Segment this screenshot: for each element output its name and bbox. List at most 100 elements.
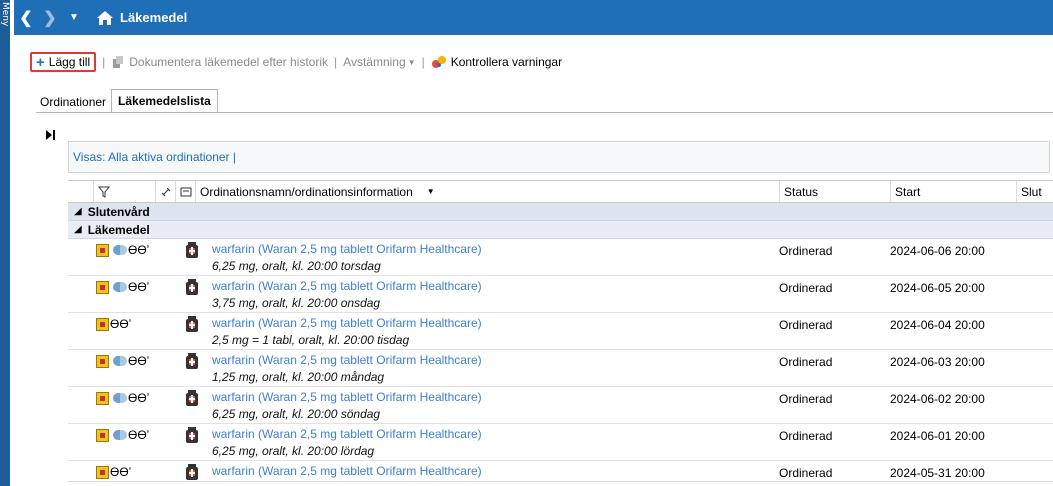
table-row[interactable]: ϴϴʼ warfarin (Waran 2,5 mg tablett Orifar… bbox=[68, 276, 1053, 313]
header-name-label: Ordinationsnamn/ordinationsinformation bbox=[200, 184, 413, 199]
toolbar-separator: | bbox=[102, 55, 106, 69]
alert-icon[interactable] bbox=[96, 243, 109, 257]
document-icon bbox=[113, 56, 124, 68]
alert-icon[interactable] bbox=[96, 317, 109, 331]
alert-icon[interactable] bbox=[96, 354, 109, 368]
header-end[interactable]: Slut bbox=[1016, 181, 1053, 202]
start-cell: 2024-06-03 20:00 bbox=[890, 355, 985, 369]
sort-chevron-icon: ▼ bbox=[426, 187, 435, 196]
home-icon[interactable] bbox=[96, 10, 114, 26]
pill-icon bbox=[113, 430, 127, 440]
status-cell: Ordinerad bbox=[779, 318, 833, 332]
medication-name-link[interactable]: warfarin (Waran 2,5 mg tablett Orifarm H… bbox=[212, 279, 482, 293]
table-row[interactable]: ϴϴʼ warfarin (Waran 2,5 mg tablett Orifar… bbox=[68, 424, 1053, 461]
check-warnings-label: Kontrollera varningar bbox=[450, 55, 563, 69]
pill-icon bbox=[113, 245, 127, 255]
header-status[interactable]: Status bbox=[779, 181, 890, 202]
grid-header: Ordinationsnamn/ordinationsinformation ▼… bbox=[68, 180, 1053, 203]
group-medication[interactable]: ◢ Läkemedel bbox=[68, 221, 1053, 239]
filter-text[interactable]: Visas: Alla aktiva ordinationer | bbox=[73, 150, 236, 164]
tab-medication-list[interactable]: Läkemedelslista bbox=[111, 89, 218, 113]
header-note-col[interactable] bbox=[175, 181, 195, 202]
header-spacer bbox=[68, 181, 93, 202]
link-icon bbox=[161, 187, 171, 196]
alert-icon[interactable] bbox=[96, 428, 109, 442]
title-bar: ❮ ❯ ▼ Läkemedel bbox=[14, 0, 1053, 35]
add-button[interactable]: + Lägg till bbox=[30, 52, 97, 72]
start-cell: 2024-06-04 20:00 bbox=[890, 318, 985, 332]
toolbar-separator: | bbox=[334, 55, 338, 69]
glasses-icon[interactable]: ϴϴʼ bbox=[128, 280, 149, 294]
glasses-icon[interactable]: ϴϴʼ bbox=[110, 317, 131, 331]
document-history-label: Dokumentera läkemedel efter historik bbox=[129, 55, 329, 69]
medication-dose: 3,75 mg, oralt, kl. 20:00 onsdag bbox=[212, 296, 381, 310]
table-row[interactable]: ϴϴʼ warfarin (Waran 2,5 mg tablett Orifar… bbox=[68, 461, 1053, 482]
table-row[interactable]: ϴϴʼ warfarin (Waran 2,5 mg tablett Orifar… bbox=[68, 313, 1053, 350]
medication-dose: 6,25 mg, oralt, kl. 20:00 söndag bbox=[212, 407, 381, 421]
medication-grid: Ordinationsnamn/ordinationsinformation ▼… bbox=[68, 180, 1053, 482]
tab-divider bbox=[36, 112, 1053, 113]
glasses-icon[interactable]: ϴϴʼ bbox=[128, 428, 149, 442]
medication-dose: 2,5 mg = 1 tabl, oralt, kl. 20:00 tisdag bbox=[212, 333, 410, 347]
header-link-col[interactable] bbox=[155, 181, 175, 202]
row-icons: ϴϴʼ bbox=[96, 317, 131, 331]
start-cell: 2024-06-01 20:00 bbox=[890, 429, 985, 443]
document-history-button[interactable]: Dokumentera läkemedel efter historik bbox=[111, 55, 328, 69]
forward-icon[interactable]: ❯ bbox=[38, 8, 62, 28]
group-medication-label: Läkemedel bbox=[87, 222, 150, 237]
row-icons: ϴϴʼ bbox=[96, 243, 149, 257]
expand-panel-icon[interactable] bbox=[45, 129, 57, 141]
filter-bar: Visas: Alla aktiva ordinationer | bbox=[68, 141, 1050, 173]
reconcile-dropdown[interactable]: Avstämning ▼ bbox=[343, 55, 415, 69]
glasses-icon[interactable]: ϴϴʼ bbox=[110, 465, 131, 479]
dropdown-icon[interactable]: ▼ bbox=[62, 12, 86, 23]
medicine-bottle-icon bbox=[186, 279, 198, 295]
glasses-icon[interactable]: ϴϴʼ bbox=[128, 354, 149, 368]
note-icon bbox=[180, 187, 192, 196]
medication-name-link[interactable]: warfarin (Waran 2,5 mg tablett Orifarm H… bbox=[212, 353, 482, 367]
medication-dose: 6,25 mg, oralt, kl. 20:00 lördag bbox=[212, 444, 375, 458]
medication-name-link[interactable]: warfarin (Waran 2,5 mg tablett Orifarm H… bbox=[212, 316, 482, 330]
row-icons: ϴϴʼ bbox=[96, 280, 149, 294]
pill-icon bbox=[113, 282, 127, 292]
header-filter-col[interactable] bbox=[93, 181, 155, 202]
glasses-icon[interactable]: ϴϴʼ bbox=[128, 391, 149, 405]
add-button-label: Lägg till bbox=[48, 55, 91, 69]
medication-name-link[interactable]: warfarin (Waran 2,5 mg tablett Orifarm H… bbox=[212, 390, 482, 404]
tab-orders[interactable]: Ordinationer bbox=[36, 91, 110, 113]
status-cell: Ordinerad bbox=[779, 244, 833, 258]
alert-icon[interactable] bbox=[96, 465, 109, 479]
row-icons: ϴϴʼ bbox=[96, 465, 131, 479]
alert-icon[interactable] bbox=[96, 391, 109, 405]
group-inpatient-label: Slutenvård bbox=[87, 204, 150, 219]
medication-name-link[interactable]: warfarin (Waran 2,5 mg tablett Orifarm H… bbox=[212, 242, 482, 256]
glasses-icon[interactable]: ϴϴʼ bbox=[128, 243, 149, 257]
menu-label: Meny bbox=[0, 2, 10, 27]
collapse-triangle-icon: ◢ bbox=[74, 224, 82, 235]
header-start[interactable]: Start bbox=[890, 181, 1016, 202]
medicine-bottle-icon bbox=[186, 353, 198, 369]
status-cell: Ordinerad bbox=[779, 429, 833, 443]
header-name[interactable]: Ordinationsnamn/ordinationsinformation ▼ bbox=[195, 181, 779, 202]
status-cell: Ordinerad bbox=[779, 355, 833, 369]
back-icon[interactable]: ❮ bbox=[14, 8, 38, 28]
table-row[interactable]: ϴϴʼ warfarin (Waran 2,5 mg tablett Orifar… bbox=[68, 239, 1053, 276]
medication-name-link[interactable]: warfarin (Waran 2,5 mg tablett Orifarm H… bbox=[212, 427, 482, 441]
plus-icon: + bbox=[36, 53, 45, 71]
warnings-icon bbox=[431, 56, 446, 68]
group-inpatient[interactable]: ◢ Slutenvård bbox=[68, 203, 1053, 221]
status-cell: Ordinerad bbox=[779, 281, 833, 295]
status-cell: Ordinerad bbox=[779, 466, 833, 480]
reconcile-label: Avstämning bbox=[343, 55, 406, 69]
page-title: Läkemedel bbox=[120, 10, 188, 25]
start-cell: 2024-06-05 20:00 bbox=[890, 281, 985, 295]
table-row[interactable]: ϴϴʼ warfarin (Waran 2,5 mg tablett Orifar… bbox=[68, 387, 1053, 424]
medication-dose: 6,25 mg, oralt, kl. 20:00 torsdag bbox=[212, 259, 381, 273]
check-warnings-button[interactable]: Kontrollera varningar bbox=[431, 55, 562, 69]
medication-name-link[interactable]: warfarin (Waran 2,5 mg tablett Orifarm H… bbox=[212, 464, 482, 478]
start-cell: 2024-06-02 20:00 bbox=[890, 392, 985, 406]
menu-sidebar[interactable]: Meny bbox=[0, 0, 10, 486]
table-row[interactable]: ϴϴʼ warfarin (Waran 2,5 mg tablett Orifar… bbox=[68, 350, 1053, 387]
row-icons: ϴϴʼ bbox=[96, 354, 149, 368]
alert-icon[interactable] bbox=[96, 280, 109, 294]
